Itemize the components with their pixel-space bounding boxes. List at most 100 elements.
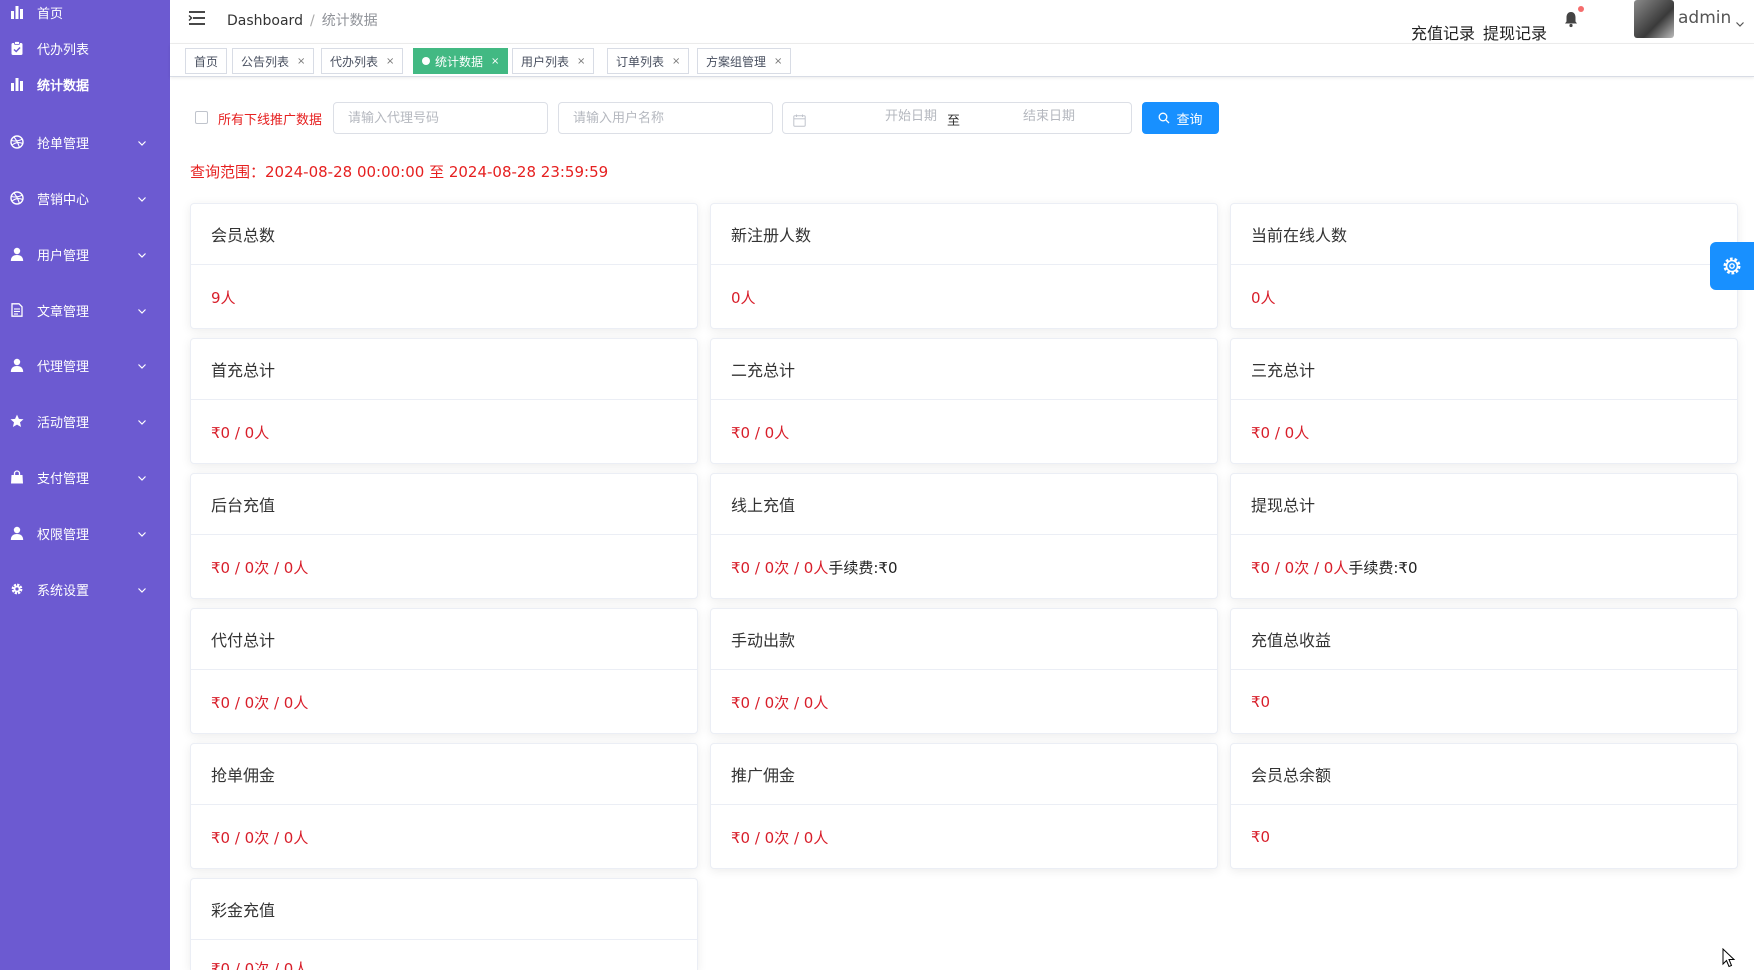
stat-card-title: 线上充值 xyxy=(711,474,1217,535)
sidebar-item-label: 权限管理 xyxy=(37,527,90,543)
breadcrumb-separator: / xyxy=(309,13,315,29)
date-range-separator: 至 xyxy=(947,114,961,129)
tag-user-list[interactable]: 用户列表 × xyxy=(512,48,595,74)
end-date-input[interactable] xyxy=(979,109,1119,124)
stat-card-title: 三充总计 xyxy=(1231,339,1737,400)
date-range-picker[interactable]: 至 xyxy=(782,102,1132,134)
stat-card-fee: 手续费:₹0 xyxy=(1348,558,1418,577)
sidebar-item-label: 抢单管理 xyxy=(37,136,90,152)
tag-label: 方案组管理 xyxy=(706,54,767,69)
close-icon[interactable]: × xyxy=(491,56,499,67)
sidebar-item-todo[interactable]: 代办列表 xyxy=(0,30,170,66)
stat-card-value-row: ₹0 / 0次 / 0人 xyxy=(191,535,697,598)
stat-card-value: ₹0 / 0次 / 0人 xyxy=(211,558,309,577)
close-icon[interactable]: × xyxy=(297,56,305,67)
sidebar-item-grab-orders[interactable]: 抢单管理 xyxy=(0,124,170,160)
stat-card-title: 代付总计 xyxy=(191,609,697,670)
search-button[interactable]: 查询 xyxy=(1142,102,1219,134)
search-icon xyxy=(1159,112,1170,124)
stat-card-fee: 手续费:₹0 xyxy=(828,558,898,577)
stat-card: 抢单佣金 ₹0 / 0次 / 0人 xyxy=(190,743,698,869)
sidebar-item-agents[interactable]: 代理管理 xyxy=(0,347,170,383)
stat-card: 首充总计 ₹0 / 0人 xyxy=(190,338,698,464)
tag-statistics[interactable]: 统计数据 × xyxy=(413,48,509,74)
username[interactable]: admin xyxy=(1678,8,1731,28)
stat-card: 三充总计 ₹0 / 0人 xyxy=(1230,338,1738,464)
sidebar: 首页 代办列表 统计数据 抢单管理 营销中心 用户管理 文章管理 代理管理 活动… xyxy=(0,0,170,970)
bar-chart-icon xyxy=(10,5,24,19)
tag-plan-groups[interactable]: 方案组管理 × xyxy=(697,48,792,74)
sidebar-item-users[interactable]: 用户管理 xyxy=(0,236,170,272)
tag-label: 公告列表 xyxy=(241,54,290,69)
tag-todo-list[interactable]: 代办列表 × xyxy=(321,48,404,74)
sidebar-item-settings[interactable]: 系统设置 xyxy=(0,571,170,607)
stat-card-value-row: ₹0 / 0次 / 0人 手续费:₹0 xyxy=(1231,535,1737,598)
stat-card: 后台充值 ₹0 / 0次 / 0人 xyxy=(190,473,698,599)
bell-icon[interactable] xyxy=(1562,10,1580,28)
stat-card-title: 新注册人数 xyxy=(711,204,1217,265)
menu-toggle-icon[interactable] xyxy=(188,10,206,26)
tag-label: 用户列表 xyxy=(521,54,570,69)
withdraw-records-link[interactable]: 提现记录 xyxy=(1483,20,1547,44)
sidebar-item-activities[interactable]: 活动管理 xyxy=(0,403,170,439)
stat-card-value: 0人 xyxy=(731,288,756,307)
search-button-label: 查询 xyxy=(1176,112,1203,128)
sidebar-item-label: 营销中心 xyxy=(37,192,90,208)
breadcrumb: Dashboard / 统计数据 xyxy=(227,10,378,30)
dribbble-icon xyxy=(10,191,24,205)
close-icon[interactable]: × xyxy=(577,56,585,67)
sidebar-item-permissions[interactable]: 权限管理 xyxy=(0,515,170,551)
user-icon xyxy=(10,358,24,372)
gear-icon xyxy=(10,582,24,596)
sidebar-item-label: 代理管理 xyxy=(37,359,90,375)
stat-card-value-row: ₹0 / 0人 xyxy=(711,400,1217,463)
tag-home[interactable]: 首页 xyxy=(185,48,228,74)
tag-order-list[interactable]: 订单列表 × xyxy=(607,48,690,74)
stat-card-value-row: 0人 xyxy=(711,265,1217,328)
sidebar-item-payments[interactable]: 支付管理 xyxy=(0,459,170,495)
stat-card: 会员总余额 ₹0 xyxy=(1230,743,1738,869)
stat-card-value: ₹0 / 0次 / 0人 xyxy=(211,828,309,847)
close-icon[interactable]: × xyxy=(672,56,680,67)
settings-panel-toggle[interactable] xyxy=(1710,242,1754,290)
sidebar-item-articles[interactable]: 文章管理 xyxy=(0,292,170,328)
downline-checkbox-label[interactable]: 所有下线推广数据 xyxy=(218,109,322,128)
stat-card-value-row: ₹0 / 0人 xyxy=(191,400,697,463)
sidebar-item-marketing[interactable]: 营销中心 xyxy=(0,180,170,216)
query-range-text: 查询范围：2024-08-28 00:00:00 至 2024-08-28 23… xyxy=(190,163,609,181)
recharge-records-link[interactable]: 充值记录 xyxy=(1411,20,1475,44)
avatar[interactable] xyxy=(1634,0,1674,38)
stat-card-value: 0人 xyxy=(1251,288,1276,307)
close-icon[interactable]: × xyxy=(774,56,782,67)
star-icon xyxy=(10,414,24,428)
sidebar-item-statistics[interactable]: 统计数据 xyxy=(0,66,170,102)
stat-card: 提现总计 ₹0 / 0次 / 0人 手续费:₹0 xyxy=(1230,473,1738,599)
stat-card-title: 首充总计 xyxy=(191,339,697,400)
downline-checkbox[interactable] xyxy=(195,111,208,124)
stat-card-title: 彩金充值 xyxy=(191,879,697,940)
username-input[interactable] xyxy=(558,102,773,134)
tag-announcements[interactable]: 公告列表 × xyxy=(232,48,315,74)
stat-card: 推广佣金 ₹0 / 0次 / 0人 xyxy=(710,743,1218,869)
chevron-down-icon xyxy=(137,360,147,370)
stat-card-value-row: ₹0 xyxy=(1231,805,1737,868)
sidebar-item-home[interactable]: 首页 xyxy=(0,0,170,30)
stat-card-title: 充值总收益 xyxy=(1231,609,1737,670)
tag-label: 订单列表 xyxy=(616,54,665,69)
stat-card-value: ₹0 / 0人 xyxy=(1251,423,1310,442)
stat-card-value: ₹0 / 0次 / 0人 xyxy=(1251,558,1349,577)
active-dot xyxy=(422,57,430,65)
tag-label: 首页 xyxy=(194,54,219,69)
breadcrumb-dashboard[interactable]: Dashboard xyxy=(227,13,303,29)
chevron-down-icon xyxy=(137,416,147,426)
chevron-down-icon xyxy=(137,305,147,315)
stat-card: 线上充值 ₹0 / 0次 / 0人 手续费:₹0 xyxy=(710,473,1218,599)
stat-card: 充值总收益 ₹0 xyxy=(1230,608,1738,734)
agent-number-input[interactable] xyxy=(333,102,548,134)
stat-card-title: 手动出款 xyxy=(711,609,1217,670)
stat-card-value-row: ₹0 / 0次 / 0人 xyxy=(191,940,697,970)
close-icon[interactable]: × xyxy=(386,56,394,67)
sidebar-item-label: 支付管理 xyxy=(37,471,90,487)
sidebar-item-label: 活动管理 xyxy=(37,415,90,431)
caret-down-icon[interactable] xyxy=(1735,14,1745,27)
